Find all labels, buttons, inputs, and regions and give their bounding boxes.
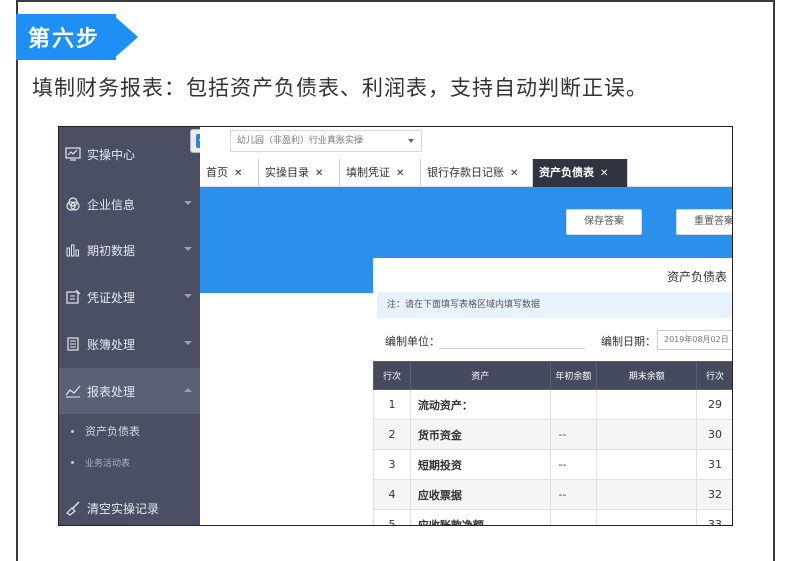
close-icon[interactable]: ✕ [315,168,323,179]
frame-right-border [773,0,775,561]
close-icon[interactable]: ✕ [396,168,404,179]
step-label: 第六步 [28,27,101,52]
edit-doc-icon [66,289,81,304]
sidebar-subitem-label: 资产负债表 [85,425,140,438]
close-icon[interactable]: ✕ [600,168,608,179]
sidebar-item-label: 实操中心 [87,147,136,162]
close-icon[interactable]: ✕ [510,168,518,179]
column-header: 期末余额 [596,361,698,390]
column-header: 行次 [696,361,732,390]
date-input[interactable]: 2019年08月02日 [657,330,732,350]
top-bar: 幼儿园（非盈利）行业真账实操 [200,127,732,159]
tab-bank-journal[interactable]: 银行存款日记账 ✕ [421,159,533,187]
industry-select-value: 幼儿园（非盈利）行业真账实操 [237,136,364,146]
end-balance-cell[interactable] [596,419,698,450]
end-balance-cell[interactable] [596,509,698,525]
table-header-row: 行次 资产 年初余额 期末余额 行次 [373,361,732,390]
sidebar-item-label: 账簿处理 [87,337,136,352]
bullet-icon [71,429,74,433]
bar-chart-icon [66,244,79,257]
column-header: 资产 [409,361,551,390]
tab-balance-sheet[interactable]: 资产负债表 ✕ [533,159,628,187]
frame-top-border [16,0,775,2]
close-icon[interactable]: ✕ [234,168,242,179]
balance-sheet-table: 行次 资产 年初余额 期末余额 行次 1 流动资产： 29 2 货币资金 -- … [373,361,732,525]
industry-select[interactable]: 幼儿园（非盈利）行业真账实操 [230,130,422,152]
sidebar-subitem-balance-sheet[interactable]: 资产负债表 [59,416,200,446]
line-chart-icon [65,385,81,398]
sidebar-item-label: 期初数据 [87,243,136,258]
ledger-icon [67,337,79,351]
step-badge: 第六步 [16,14,140,60]
table-row: 1 流动资产： 29 [373,389,732,420]
sidebar-item-label: 凭证处理 [87,290,136,305]
table-row: 5 应收账款净额 33 [373,509,732,525]
sheet-title: 资产负债表 [667,270,728,284]
bullet-icon [71,460,74,464]
date-label: 编制日期： [601,335,656,348]
column-header: 年初余额 [549,361,598,390]
table-row: 3 短期投资 -- 31 [373,449,732,480]
chevron-up-icon [184,388,192,392]
sidebar-item-voucher[interactable]: 凭证处理 [59,274,200,320]
headline: 填制财务报表：包括资产负债表、利润表，支持自动判断正误。 [32,76,648,100]
chevron-down-icon [184,294,192,298]
sidebar-item-ledger[interactable]: 账簿处理 [59,321,200,367]
column-header: 行次 [373,361,411,390]
unit-label: 编制单位： [385,335,440,348]
sidebar-item-reports[interactable]: 报表处理 [59,368,200,414]
chevron-down-icon [184,247,192,251]
chevron-down-icon [184,201,192,205]
sidebar-subitem-label: 业务活动表 [85,458,131,469]
fill-notice: 注：请在下面填写表格区域内填写数据 [377,292,732,318]
sidebar: 实操中心 企业信息 期初数据 凭证处理 账簿处理 报表处理 资产负债表 业务活动… [59,127,200,525]
table-row: 2 货币资金 -- 30 [373,419,732,450]
sidebar-item-label: 清空实操记录 [87,501,160,516]
app-screenshot: 实操中心 企业信息 期初数据 凭证处理 账簿处理 报表处理 资产负债表 业务活动… [58,126,733,526]
chevron-down-icon [184,341,192,345]
reset-answer-button[interactable]: 重置答案 [676,209,732,235]
table-row: 4 应收票据 -- 32 [373,479,732,510]
tab-bar: 首页 ✕ 实操目录 ✕ 填制凭证 ✕ 银行存款日记账 ✕ 资产负债表 ✕ [200,159,732,187]
chart-board-icon [65,147,81,161]
tab-practice-catalog[interactable]: 实操目录 ✕ [259,159,340,187]
sidebar-subitem-activity-statement[interactable]: 业务活动表 [59,447,200,477]
tab-fill-voucher[interactable]: 填制凭证 ✕ [340,159,421,187]
balance-sheet-panel: 资产负债表 注：请在下面填写表格区域内填写数据 编制单位： 编制日期： 2019… [373,258,732,525]
sidebar-item-practice-center[interactable]: 实操中心 [59,131,200,177]
layers-icon [66,197,80,211]
sidebar-item-label: 报表处理 [87,384,136,399]
tab-home[interactable]: 首页 ✕ [200,159,259,187]
sidebar-item-label: 企业信息 [87,197,136,212]
unit-input[interactable] [439,348,585,349]
clear-records-button[interactable]: 清空实操记录 [59,485,200,525]
save-answer-button[interactable]: 保存答案 [566,209,642,235]
sidebar-item-company-info[interactable]: 企业信息 [59,181,200,227]
broom-icon [66,501,80,516]
sidebar-item-opening-data[interactable]: 期初数据 [59,227,200,273]
frame-left-border [16,0,18,561]
end-balance-cell[interactable] [596,479,698,510]
dropdown-arrow-icon [408,139,414,143]
end-balance-cell[interactable] [596,449,698,480]
end-balance-cell[interactable] [596,389,698,420]
